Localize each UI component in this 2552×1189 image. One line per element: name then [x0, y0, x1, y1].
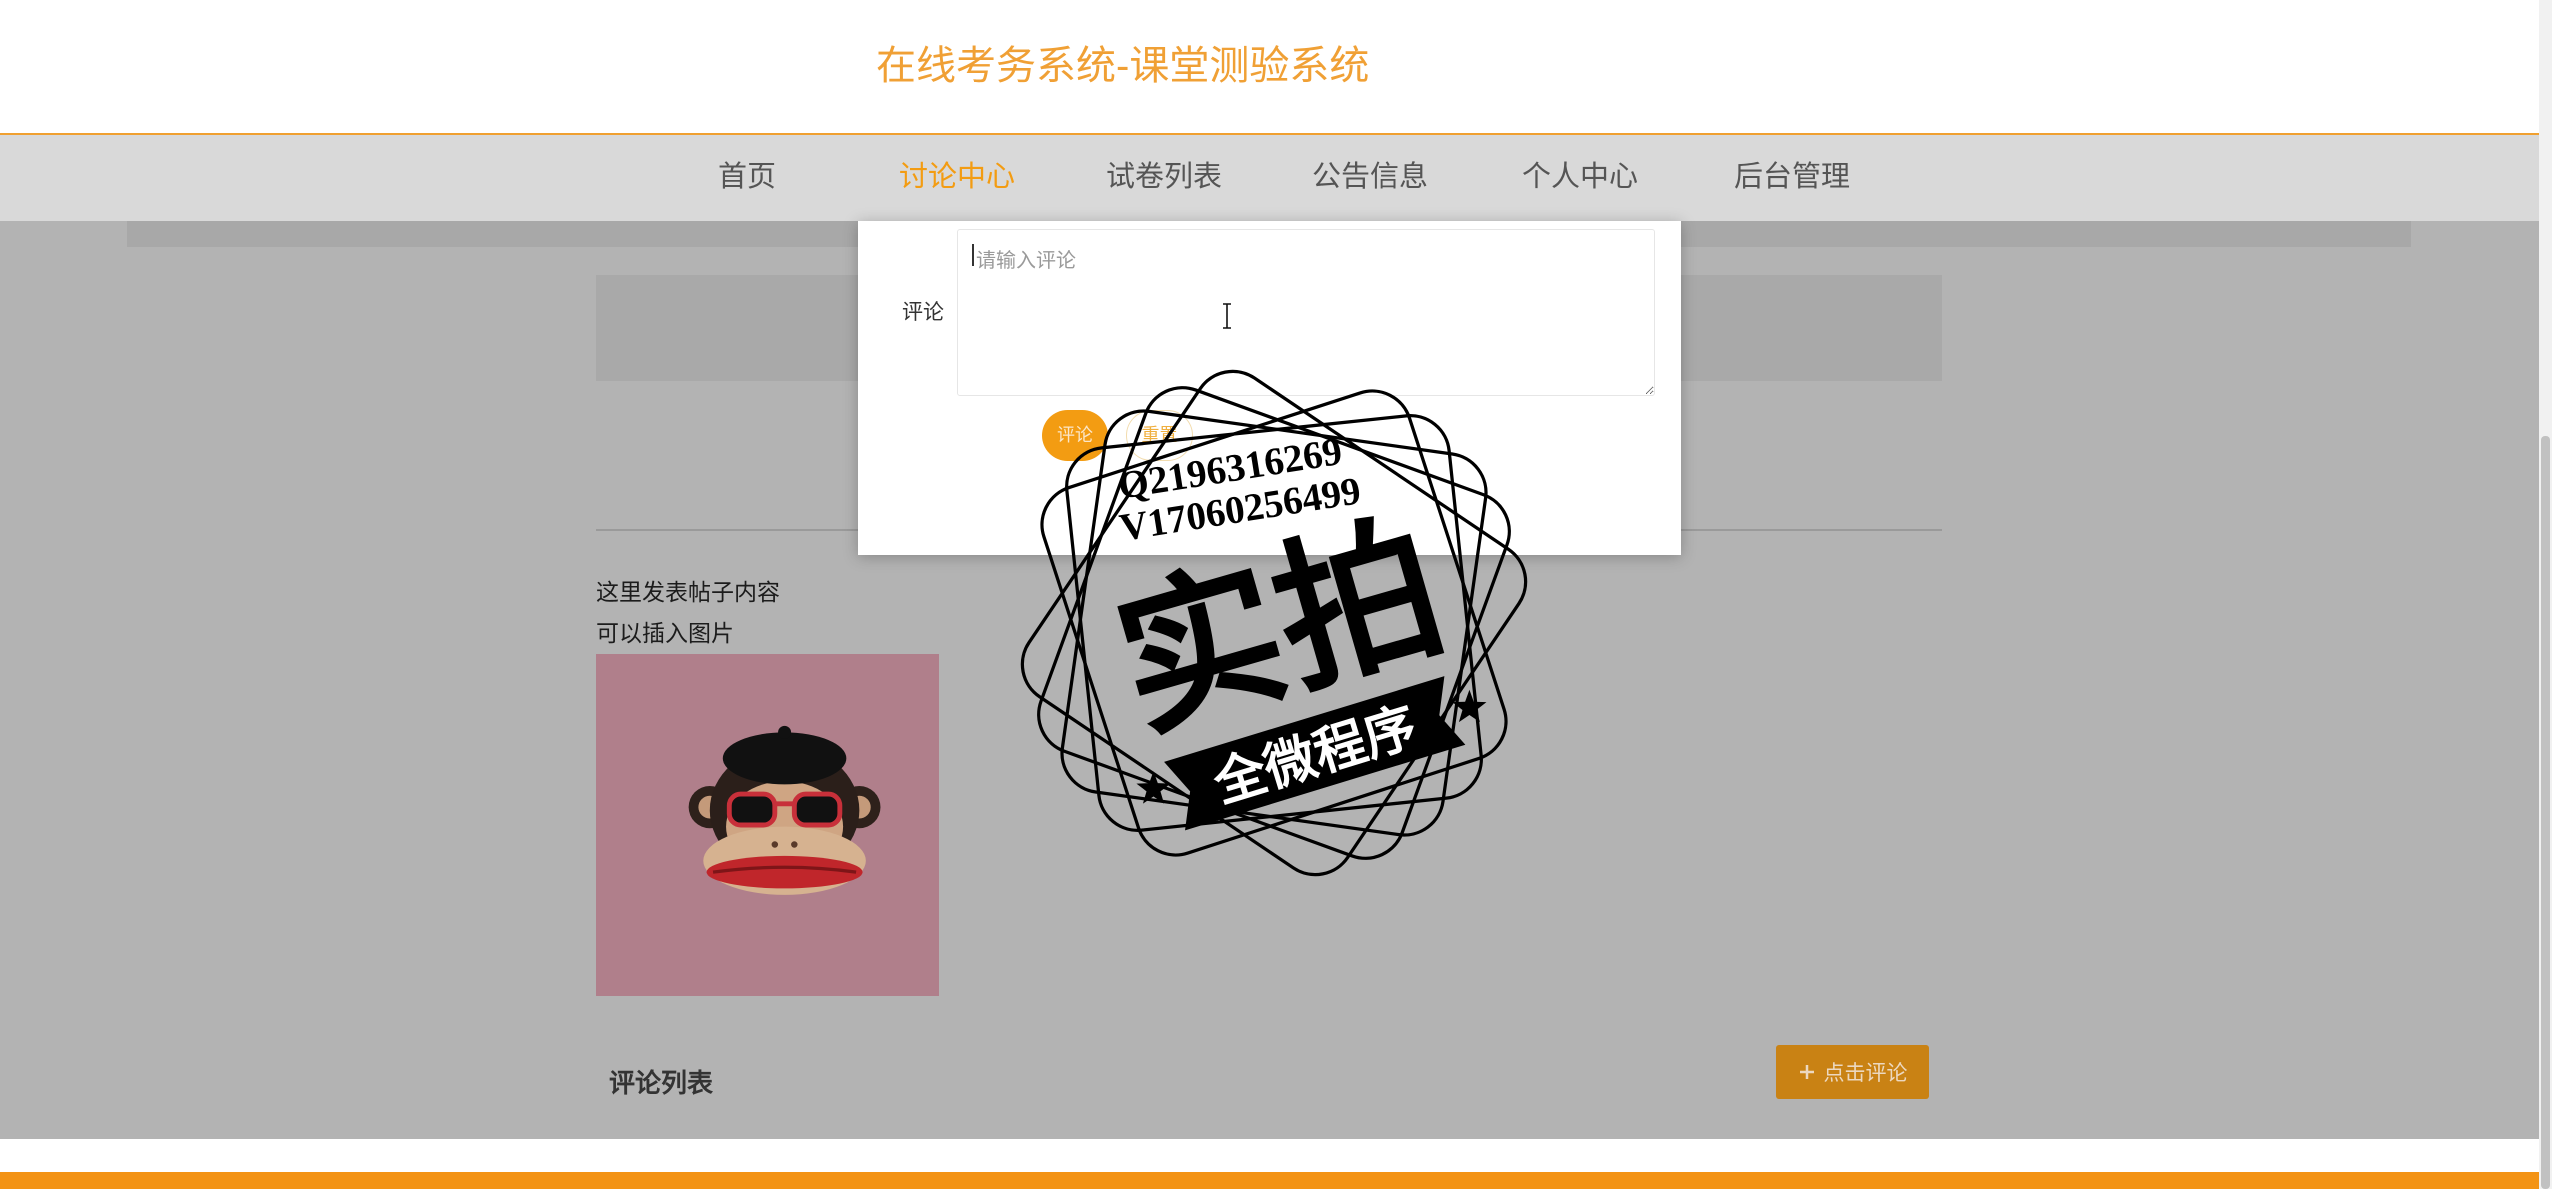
nav-item-profile[interactable]: 个人中心: [1522, 135, 1638, 221]
nav-item-exam-papers[interactable]: 试卷列表: [1106, 135, 1222, 221]
scrollbar-thumb[interactable]: [2541, 436, 2550, 1189]
footer-bar: [0, 1172, 2539, 1189]
site-title: 在线考务系统-课堂测验系统: [876, 44, 1370, 88]
post-image: [596, 654, 939, 996]
nav-item-announcements[interactable]: 公告信息: [1312, 135, 1428, 221]
reset-button[interactable]: 重置: [1126, 410, 1193, 461]
nav-item-admin[interactable]: 后台管理: [1734, 135, 1850, 221]
add-comment-label: 点击评论: [1823, 1062, 1908, 1085]
plus-icon: [1799, 1065, 1814, 1079]
main-nav: 首页 讨论中心 试卷列表 公告信息 个人中心 后台管理: [0, 135, 2539, 221]
comment-field-label: 评论: [902, 301, 944, 324]
monkey-with-sunglasses-illustration: [688, 725, 881, 895]
add-comment-button[interactable]: 点击评论: [1776, 1045, 1929, 1099]
post-content-line: 可以插入图片: [596, 620, 734, 646]
page-header: 在线考务系统-课堂测验系统: [0, 0, 2539, 135]
text-cursor-icon: [1223, 303, 1231, 329]
nav-item-home[interactable]: 首页: [718, 135, 776, 221]
text-caret: [972, 244, 974, 266]
comments-heading: 评论列表: [609, 1068, 714, 1098]
submit-comment-button[interactable]: 评论: [1042, 410, 1108, 461]
nav-item-discussion[interactable]: 讨论中心: [899, 135, 1015, 221]
bottom-spacer: [0, 1139, 2539, 1172]
post-content-line: 这里发表帖子内容: [596, 579, 780, 605]
comment-textarea[interactable]: [957, 229, 1655, 396]
